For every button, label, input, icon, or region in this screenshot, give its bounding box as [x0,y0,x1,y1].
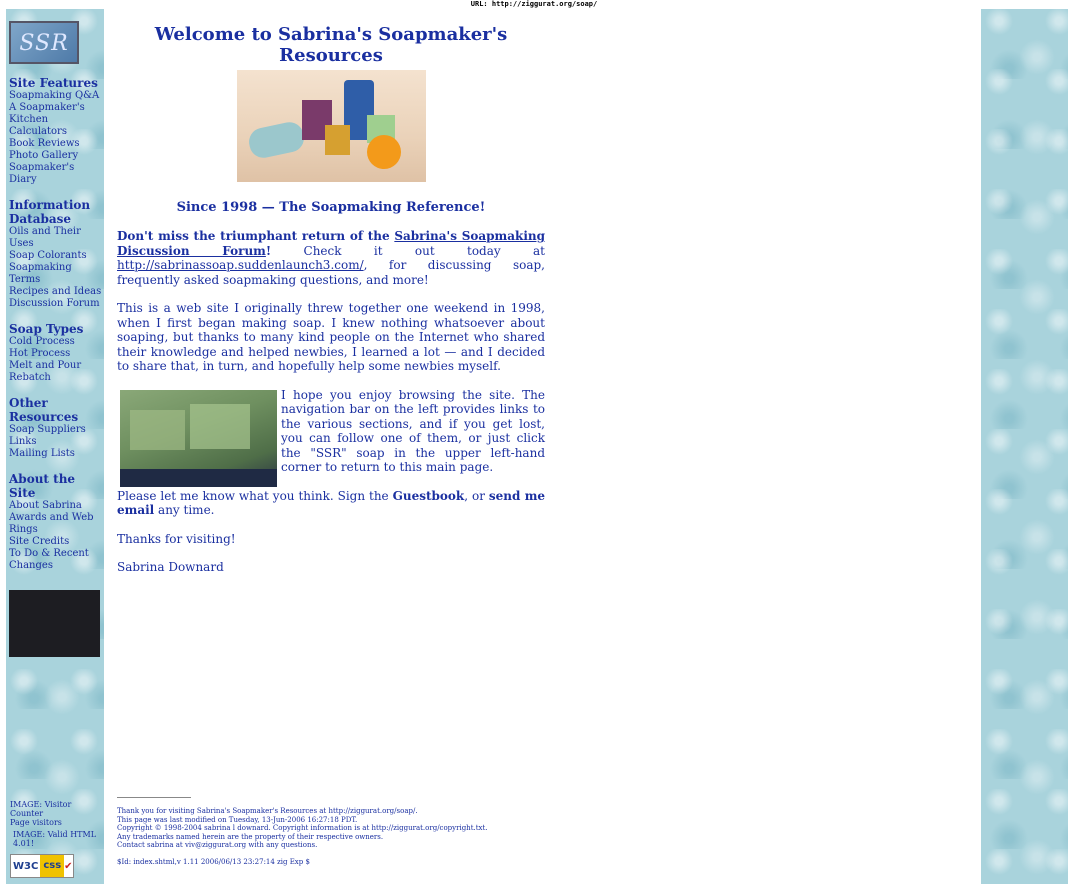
footer-line: Copyright © 1998-2004 sabrina l downard.… [117,824,488,832]
valid-html-image[interactable]: IMAGE: Valid HTML 4.01! [10,830,102,848]
page-title: Welcome to Sabrina's Soapmaker's Resourc… [154,24,508,66]
main-content: Welcome to Sabrina's Soapmaker's Resourc… [117,24,545,589]
sidebar-link[interactable]: Soapmaking Q&A [9,90,102,102]
sidebar-link[interactable]: Links [9,436,102,448]
url-bar: URL: http://ziggurat.org/soap/ [470,0,598,8]
sidebar-link[interactable]: Cold Process [9,336,102,348]
ssr-logo-link[interactable]: SSR [9,21,79,64]
hero-soap-shape [324,125,350,155]
footer-line: This page was last modified on Tuesday, … [117,815,358,824]
intro-paragraph: This is a web site I originally threw to… [117,301,545,373]
soap-hero-image [236,70,426,182]
nav-sections: Site Features Soapmaking Q&A A Soapmaker's… [9,76,102,572]
sidebar-link[interactable]: Book Reviews [9,138,102,150]
sidebar-link[interactable]: Mailing Lists [9,448,102,460]
soap-photo-base [120,468,277,487]
sidebar-link[interactable]: About Sabrina [9,500,102,512]
footer-divider [117,797,191,798]
nav-section-heading: Soap Types [9,322,84,336]
guestbook-link[interactable]: Guestbook [393,489,465,503]
soap-bar-shape [190,403,250,449]
sidebar-bottom: IMAGE: Visitor Counter Page visitors IMA… [10,800,102,878]
sidebar-link[interactable]: Soap Suppliers [9,424,102,436]
right-bubble-background [981,9,1068,884]
sidebar-link[interactable]: Soap Colorants [9,250,102,262]
sidebar-nav: SSR Site Features Soapmaking Q&A A Soapmak… [9,21,102,657]
sidebar-black-image [9,590,100,657]
page-visitors-label: Page visitors [10,818,62,827]
sidebar-link[interactable]: To Do & Recent Changes [9,548,102,572]
feedback-lead: Please let me know what you think. Sign … [117,488,393,503]
hero-orange-soap-shape [366,135,401,169]
footer-line: Thank you for visiting Sabrina's Soapmak… [117,807,418,815]
sidebar-link[interactable]: Rebatch [9,372,102,384]
signature: Sabrina Downard [117,560,224,574]
w3c-css-badge[interactable]: W3C css ✔ [10,854,74,878]
nav-section-heading: Site Features [9,76,98,90]
page-footer: Thank you for visiting Sabrina's Soapmak… [117,797,617,866]
footer-lines: Thank you for visiting Sabrina's Soapmak… [117,807,617,850]
sidebar-link[interactable]: Calculators [9,126,102,138]
sidebar-link[interactable]: Hot Process [9,348,102,360]
forum-url-link[interactable]: http://sabrinassoap.suddenlaunch3.com/ [117,258,364,272]
sidebar-link[interactable]: A Soapmaker's Kitchen [9,102,102,126]
footer-line: Any trademarks named herein are the prop… [117,832,384,841]
visitor-counter-image: IMAGE: Visitor Counter [10,800,72,818]
nav-section-heading: About the Site [9,472,76,500]
checkmark-icon: ✔ [64,860,73,872]
footer-line: Contact sabrina at viv@ziggurat.org with… [117,841,318,849]
sidebar-link[interactable]: Soapmaker's Diary [9,162,102,186]
soap-bars-photo [120,389,277,487]
hero-jar-shape [245,119,307,161]
sidebar-link[interactable]: Soapmaking Terms [9,262,102,286]
forum-announcement: Don't miss the triumphant return of the … [117,229,545,287]
sidebar-link[interactable]: Photo Gallery [9,150,102,162]
sidebar-link[interactable]: Site Credits [9,536,102,548]
nav-section-heading: Information Database [9,198,91,226]
nav-section-heading: Other Resources [9,396,79,424]
sidebar-link[interactable]: Recipes and Ideas [9,286,102,298]
sidebar-link[interactable]: Oils and Their Uses [9,226,102,250]
tagline: Since 1998 — The Soapmaking Reference! [176,200,486,215]
cvs-id-line: $Id: index.shtml,v 1.11 2006/06/13 23:27… [117,857,310,866]
thanks-line: Thanks for visiting! [117,531,236,546]
sidebar-link[interactable]: Melt and Pour [9,360,102,372]
feedback-mid: , or [464,488,489,503]
sidebar-link[interactable]: Awards and Web Rings [9,512,102,536]
announcement-lead: Don't miss the triumphant return of the [117,229,395,243]
css-text: css [40,855,65,877]
announcement-mid: Check it out today at [271,243,546,258]
w3c-text: W3C [13,860,39,872]
feedback-paragraph: Please let me know what you think. Sign … [117,489,545,518]
feedback-tail: any time. [154,503,215,517]
soap-bar-shape [130,409,185,450]
sidebar-link[interactable]: Discussion Forum [9,298,102,310]
